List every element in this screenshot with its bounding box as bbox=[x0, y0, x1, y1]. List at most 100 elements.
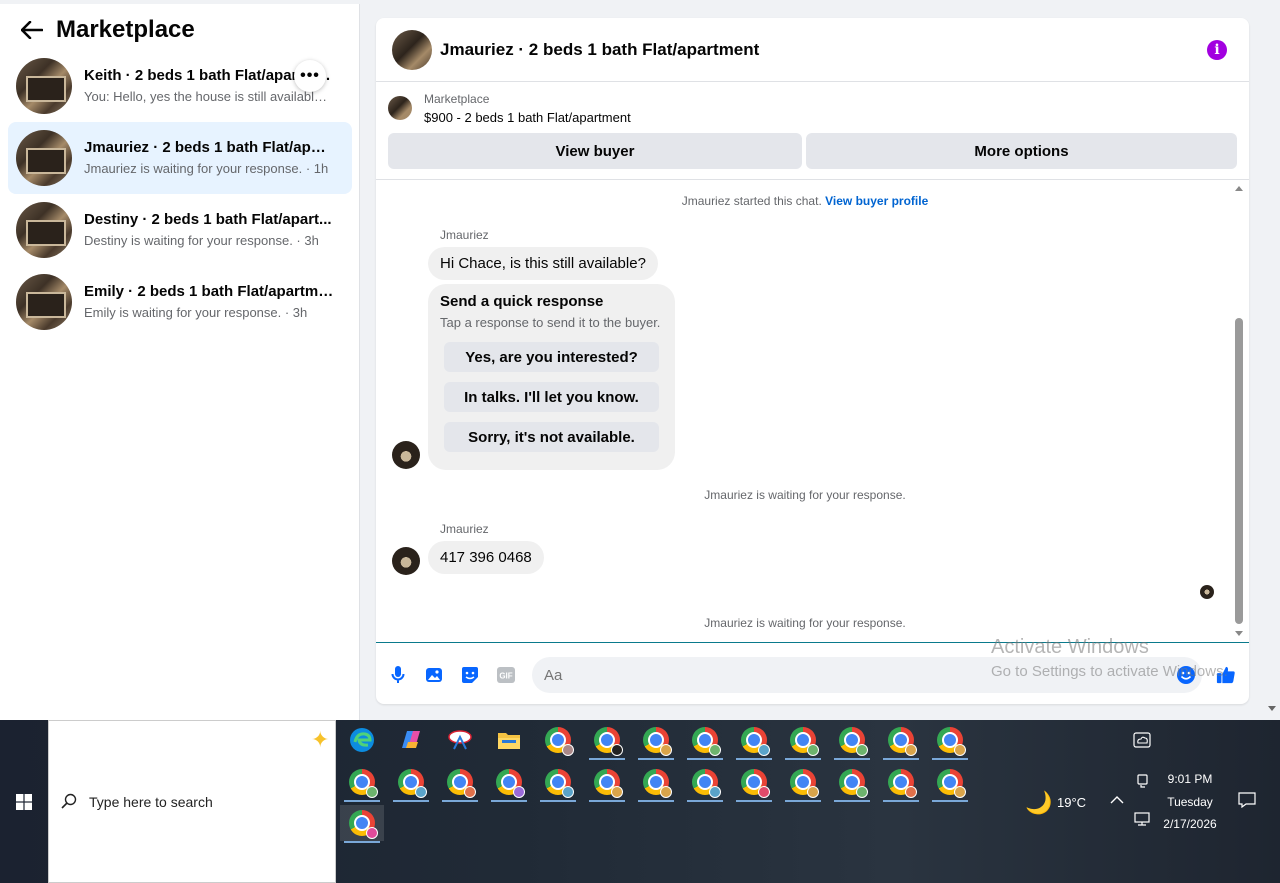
chrome-profile-icon[interactable] bbox=[928, 764, 972, 802]
chat-panel: Jmauriez · 2 beds 1 bath Flat/apartment … bbox=[376, 18, 1249, 704]
weather-moon-icon[interactable]: 🌙 bbox=[1025, 790, 1052, 816]
more-options-button[interactable]: More options bbox=[806, 133, 1237, 169]
message-input-wrapper bbox=[532, 657, 1202, 693]
scroll-up-arrow-icon[interactable] bbox=[1235, 186, 1243, 191]
chrome-profile-icon[interactable] bbox=[585, 722, 629, 760]
gif-icon[interactable]: GIF bbox=[496, 665, 516, 685]
snipping-tool-icon[interactable] bbox=[438, 722, 482, 758]
sender-name: Jmauriez bbox=[440, 228, 489, 242]
waiting-notice: Jmauriez is waiting for your response. bbox=[704, 488, 906, 502]
view-buyer-button[interactable]: View buyer bbox=[388, 133, 802, 169]
sender-name: Jmauriez bbox=[440, 522, 489, 536]
chrome-profile-icon[interactable] bbox=[487, 764, 531, 802]
chrome-profile-icon[interactable] bbox=[585, 764, 629, 802]
sticker-icon[interactable] bbox=[460, 665, 480, 685]
search-icon bbox=[61, 793, 77, 814]
chat-started-notice: Jmauriez started this chat. View buyer p… bbox=[681, 194, 929, 208]
quick-reply-not-available[interactable]: Sorry, it's not available. bbox=[444, 422, 659, 452]
listing-thumbnail[interactable] bbox=[388, 96, 412, 120]
chat-title[interactable]: Jmauriez · 2 beds 1 bath Flat/apartment bbox=[440, 40, 759, 60]
chrome-profile-icon[interactable] bbox=[830, 764, 874, 802]
listing-thumbnail bbox=[16, 58, 72, 114]
waiting-notice: Jmauriez is waiting for your response. bbox=[704, 616, 906, 630]
copilot-sparkle-icon[interactable]: ✦ bbox=[311, 727, 329, 753]
clock-day[interactable]: Tuesday bbox=[1160, 795, 1220, 809]
conversation-item-jmauriez[interactable]: Jmauriez · 2 beds 1 bath Flat/apart... J… bbox=[8, 122, 352, 194]
conversation-item-keith[interactable]: Keith · 2 beds 1 bath Flat/apartment You… bbox=[8, 50, 352, 122]
scroll-down-arrow-icon[interactable] bbox=[1235, 631, 1243, 636]
quick-response-title: Send a quick response bbox=[440, 293, 604, 310]
weather-temperature[interactable]: 19°C bbox=[1057, 795, 1086, 810]
chat-header: Jmauriez · 2 beds 1 bath Flat/apartment … bbox=[376, 18, 1249, 82]
chrome-profile-icon[interactable] bbox=[928, 722, 972, 760]
quick-response-subtitle: Tap a response to send it to the buyer. bbox=[440, 315, 661, 330]
chevron-up-icon[interactable] bbox=[1110, 794, 1124, 808]
chrome-profile-icon[interactable] bbox=[438, 764, 482, 802]
chrome-profile-icon[interactable] bbox=[830, 722, 874, 760]
photo-icon[interactable] bbox=[424, 665, 444, 685]
chrome-profile-icon[interactable] bbox=[732, 722, 776, 760]
view-buyer-profile-link[interactable]: View buyer profile bbox=[825, 194, 928, 208]
more-options-icon[interactable]: ••• bbox=[294, 60, 326, 92]
chrome-profile-icon[interactable] bbox=[683, 722, 727, 760]
conversation-preview: Destiny is waiting for your response. · … bbox=[84, 233, 319, 248]
clock-time[interactable]: 9:01 PM bbox=[1160, 772, 1220, 786]
taskbar-search-box[interactable]: Type here to search ✦ bbox=[48, 720, 336, 883]
message-input[interactable] bbox=[544, 657, 1144, 693]
chrome-profile-icon[interactable] bbox=[340, 805, 384, 843]
conversation-item-destiny[interactable]: Destiny · 2 beds 1 bath Flat/apart... De… bbox=[8, 194, 352, 266]
file-explorer-icon[interactable] bbox=[487, 722, 531, 758]
chrome-profile-icon[interactable] bbox=[389, 764, 433, 802]
page-scroll-down-arrow-icon[interactable] bbox=[1268, 706, 1276, 711]
emoji-icon[interactable] bbox=[1176, 665, 1196, 685]
chrome-profile-icon[interactable] bbox=[683, 764, 727, 802]
back-arrow-icon[interactable] bbox=[16, 14, 48, 46]
meet-now-icon[interactable] bbox=[1136, 772, 1150, 791]
chrome-profile-icon[interactable] bbox=[634, 722, 678, 760]
chrome-profile-icon[interactable] bbox=[732, 764, 776, 802]
edge-icon[interactable] bbox=[340, 722, 384, 758]
info-icon[interactable]: i bbox=[1207, 40, 1227, 60]
notification-icon[interactable] bbox=[1238, 792, 1256, 811]
thumbs-up-icon[interactable] bbox=[1216, 665, 1236, 685]
listing-thumbnail bbox=[16, 202, 72, 258]
quick-response-card: Send a quick response Tap a response to … bbox=[428, 284, 675, 470]
conversation-name: Emily · 2 beds 1 bath Flat/apartment bbox=[84, 283, 334, 300]
onedrive-icon[interactable] bbox=[1133, 732, 1151, 751]
message-composer: GIF bbox=[376, 642, 1249, 704]
chrome-profile-icon[interactable] bbox=[781, 722, 825, 760]
conversation-preview: Emily is waiting for your response. · 3h bbox=[84, 305, 308, 320]
windows-start-icon[interactable] bbox=[0, 720, 48, 883]
sender-avatar[interactable] bbox=[392, 441, 420, 469]
sender-avatar[interactable] bbox=[392, 547, 420, 575]
message-bubble: Hi Chace, is this still available? bbox=[428, 247, 658, 280]
sidebar-title: Marketplace bbox=[56, 16, 195, 43]
chrome-profile-icon[interactable] bbox=[536, 764, 580, 802]
sidebar-header: Marketplace bbox=[16, 14, 195, 46]
chrome-profile-icon[interactable] bbox=[879, 722, 923, 760]
network-icon[interactable] bbox=[1134, 812, 1150, 829]
chrome-profile-icon[interactable] bbox=[781, 764, 825, 802]
clock-date[interactable]: 2/17/2026 bbox=[1160, 817, 1220, 831]
listing-title[interactable]: $900 - 2 beds 1 bath Flat/apartment bbox=[424, 110, 631, 125]
quick-reply-yes[interactable]: Yes, are you interested? bbox=[444, 342, 659, 372]
conversation-preview: Jmauriez is waiting for your response. ·… bbox=[84, 161, 329, 176]
listing-thumbnail bbox=[16, 130, 72, 186]
chrome-profile-icon[interactable] bbox=[340, 764, 384, 802]
message-scrollbar[interactable] bbox=[1232, 182, 1246, 640]
quick-reply-in-talks[interactable]: In talks. I'll let you know. bbox=[444, 382, 659, 412]
windows-taskbar: Type here to search ✦ 🌙 19°C 9:01 PM Tue… bbox=[0, 720, 1280, 883]
chrome-profile-icon[interactable] bbox=[634, 764, 678, 802]
listing-avatar[interactable] bbox=[392, 29, 432, 70]
top-divider bbox=[0, 0, 360, 4]
conversation-name: Jmauriez · 2 beds 1 bath Flat/apart... bbox=[84, 139, 334, 156]
copilot-app-icon[interactable] bbox=[389, 722, 433, 758]
chrome-profile-icon[interactable] bbox=[879, 764, 923, 802]
message-list: Jmauriez started this chat. View buyer p… bbox=[376, 180, 1249, 642]
search-placeholder: Type here to search bbox=[89, 794, 213, 810]
chrome-icon[interactable] bbox=[536, 722, 580, 758]
scrollbar-thumb[interactable] bbox=[1235, 318, 1243, 624]
conversation-item-emily[interactable]: Emily · 2 beds 1 bath Flat/apartment Emi… bbox=[8, 266, 352, 338]
microphone-icon[interactable] bbox=[388, 665, 408, 685]
listing-banner: Marketplace $900 - 2 beds 1 bath Flat/ap… bbox=[376, 82, 1249, 180]
